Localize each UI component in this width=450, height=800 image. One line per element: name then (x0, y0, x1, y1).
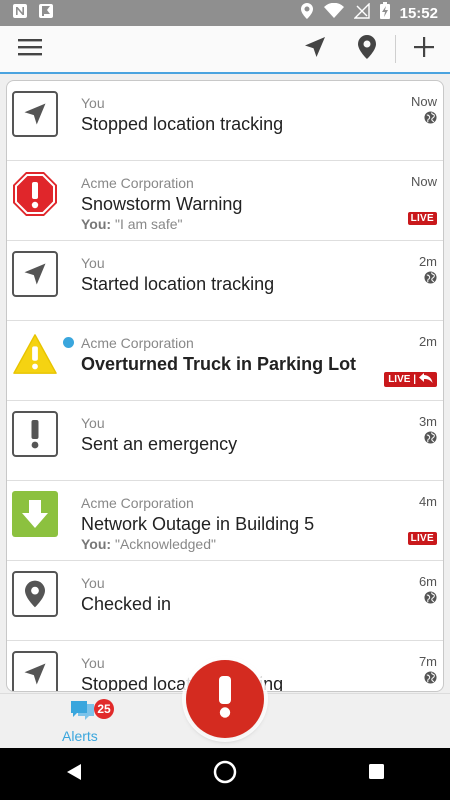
alert-time: Now (410, 174, 437, 189)
response-label: You: (81, 536, 112, 552)
n-notification-icon (12, 3, 28, 24)
recents-icon[interactable] (368, 763, 385, 785)
live-badge: LIVE (407, 532, 437, 545)
alert-sender: You (81, 575, 105, 591)
alert-time: 2m (418, 254, 437, 269)
alert-time: 4m (418, 494, 437, 509)
back-icon[interactable] (65, 763, 83, 786)
alerts-count-badge: 25 (94, 699, 114, 719)
tab-alerts[interactable]: 25 Alerts (50, 694, 116, 749)
alert-title: Started location tracking (81, 274, 275, 294)
alert-title: Snowstorm Warning (81, 194, 243, 214)
alert-response: You: "I am safe" (81, 216, 183, 232)
app-bar-divider (395, 35, 396, 63)
navigation-arrow-icon (12, 651, 58, 691)
globe-icon (424, 671, 437, 689)
status-bar: 15:52 (0, 0, 450, 26)
status-time: 15:52 (399, 4, 438, 22)
alert-time: 3m (418, 414, 437, 429)
alert-title: Network Outage in Building 5 (81, 514, 315, 534)
warning-triangle-icon (12, 331, 58, 377)
list-item[interactable]: You Checked in 6m (7, 561, 443, 641)
battery-charging-icon (379, 2, 390, 24)
check-in-button[interactable] (341, 25, 393, 73)
globe-icon (424, 111, 437, 129)
globe-icon (424, 431, 437, 449)
location-icon (300, 2, 314, 24)
flag-notification-icon (38, 3, 54, 24)
alerts-list[interactable]: You Stopped location tracking Now Acme C… (6, 80, 444, 692)
list-item[interactable]: You Stopped location tracking Now (7, 81, 443, 161)
alert-sender: Acme Corporation (81, 495, 194, 511)
signal-icon (352, 1, 370, 24)
alert-sender: You (81, 655, 105, 671)
exclamation-icon (217, 675, 233, 724)
app-bar (0, 26, 450, 74)
alert-sender: You (81, 95, 105, 111)
down-arrow-icon (12, 491, 58, 537)
alert-title: Checked in (81, 594, 172, 614)
globe-icon (424, 271, 437, 289)
alert-sender: Acme Corporation (81, 335, 194, 351)
list-item[interactable]: Acme Corporation Snowstorm Warning You: … (7, 161, 443, 241)
list-item[interactable]: Acme Corporation Overturned Truck in Par… (7, 321, 443, 401)
menu-icon (18, 38, 42, 61)
menu-button[interactable] (0, 25, 60, 73)
alert-sender: You (81, 255, 105, 271)
map-pin-icon (12, 571, 58, 617)
stop-octagon-icon (12, 171, 58, 217)
alert-title: Sent an emergency (81, 434, 238, 454)
reply-icon (419, 373, 433, 386)
list-item[interactable]: You Started location tracking 2m (7, 241, 443, 321)
chat-bubble-icon (70, 700, 96, 729)
alert-response: You: "Acknowledged" (81, 536, 216, 552)
list-item[interactable]: Acme Corporation Network Outage in Build… (7, 481, 443, 561)
add-button[interactable] (398, 25, 450, 73)
unread-dot (63, 337, 74, 348)
response-label: You: (81, 216, 112, 232)
navigation-arrow-icon (303, 35, 327, 64)
alert-sender: Acme Corporation (81, 175, 194, 191)
alert-title: Stopped location tracking (81, 114, 284, 134)
exclamation-icon (12, 411, 58, 457)
alert-time: Now (410, 94, 437, 109)
plus-icon (413, 36, 435, 63)
location-tracking-button[interactable] (289, 25, 341, 73)
response-text: "I am safe" (114, 216, 183, 232)
system-nav-bar (0, 748, 450, 800)
map-pin-icon (358, 34, 376, 64)
wifi-icon (323, 2, 344, 24)
alert-sender: You (81, 415, 105, 431)
alert-time: 7m (418, 654, 437, 669)
live-reply-badge: LIVE | (384, 372, 437, 387)
globe-icon (424, 591, 437, 609)
alert-time: 2m (418, 334, 437, 349)
alert-title: Overturned Truck in Parking Lot (81, 354, 357, 374)
alert-time: 6m (418, 574, 437, 589)
live-label: LIVE | (388, 374, 416, 385)
live-badge: LIVE (407, 212, 437, 225)
emergency-button[interactable] (186, 660, 264, 738)
response-text: "Acknowledged" (114, 536, 216, 552)
list-item[interactable]: You Sent an emergency 3m (7, 401, 443, 481)
home-icon[interactable] (213, 760, 237, 789)
navigation-arrow-icon (12, 251, 58, 297)
navigation-arrow-icon (12, 91, 58, 137)
tab-alerts-label: Alerts (62, 728, 98, 744)
